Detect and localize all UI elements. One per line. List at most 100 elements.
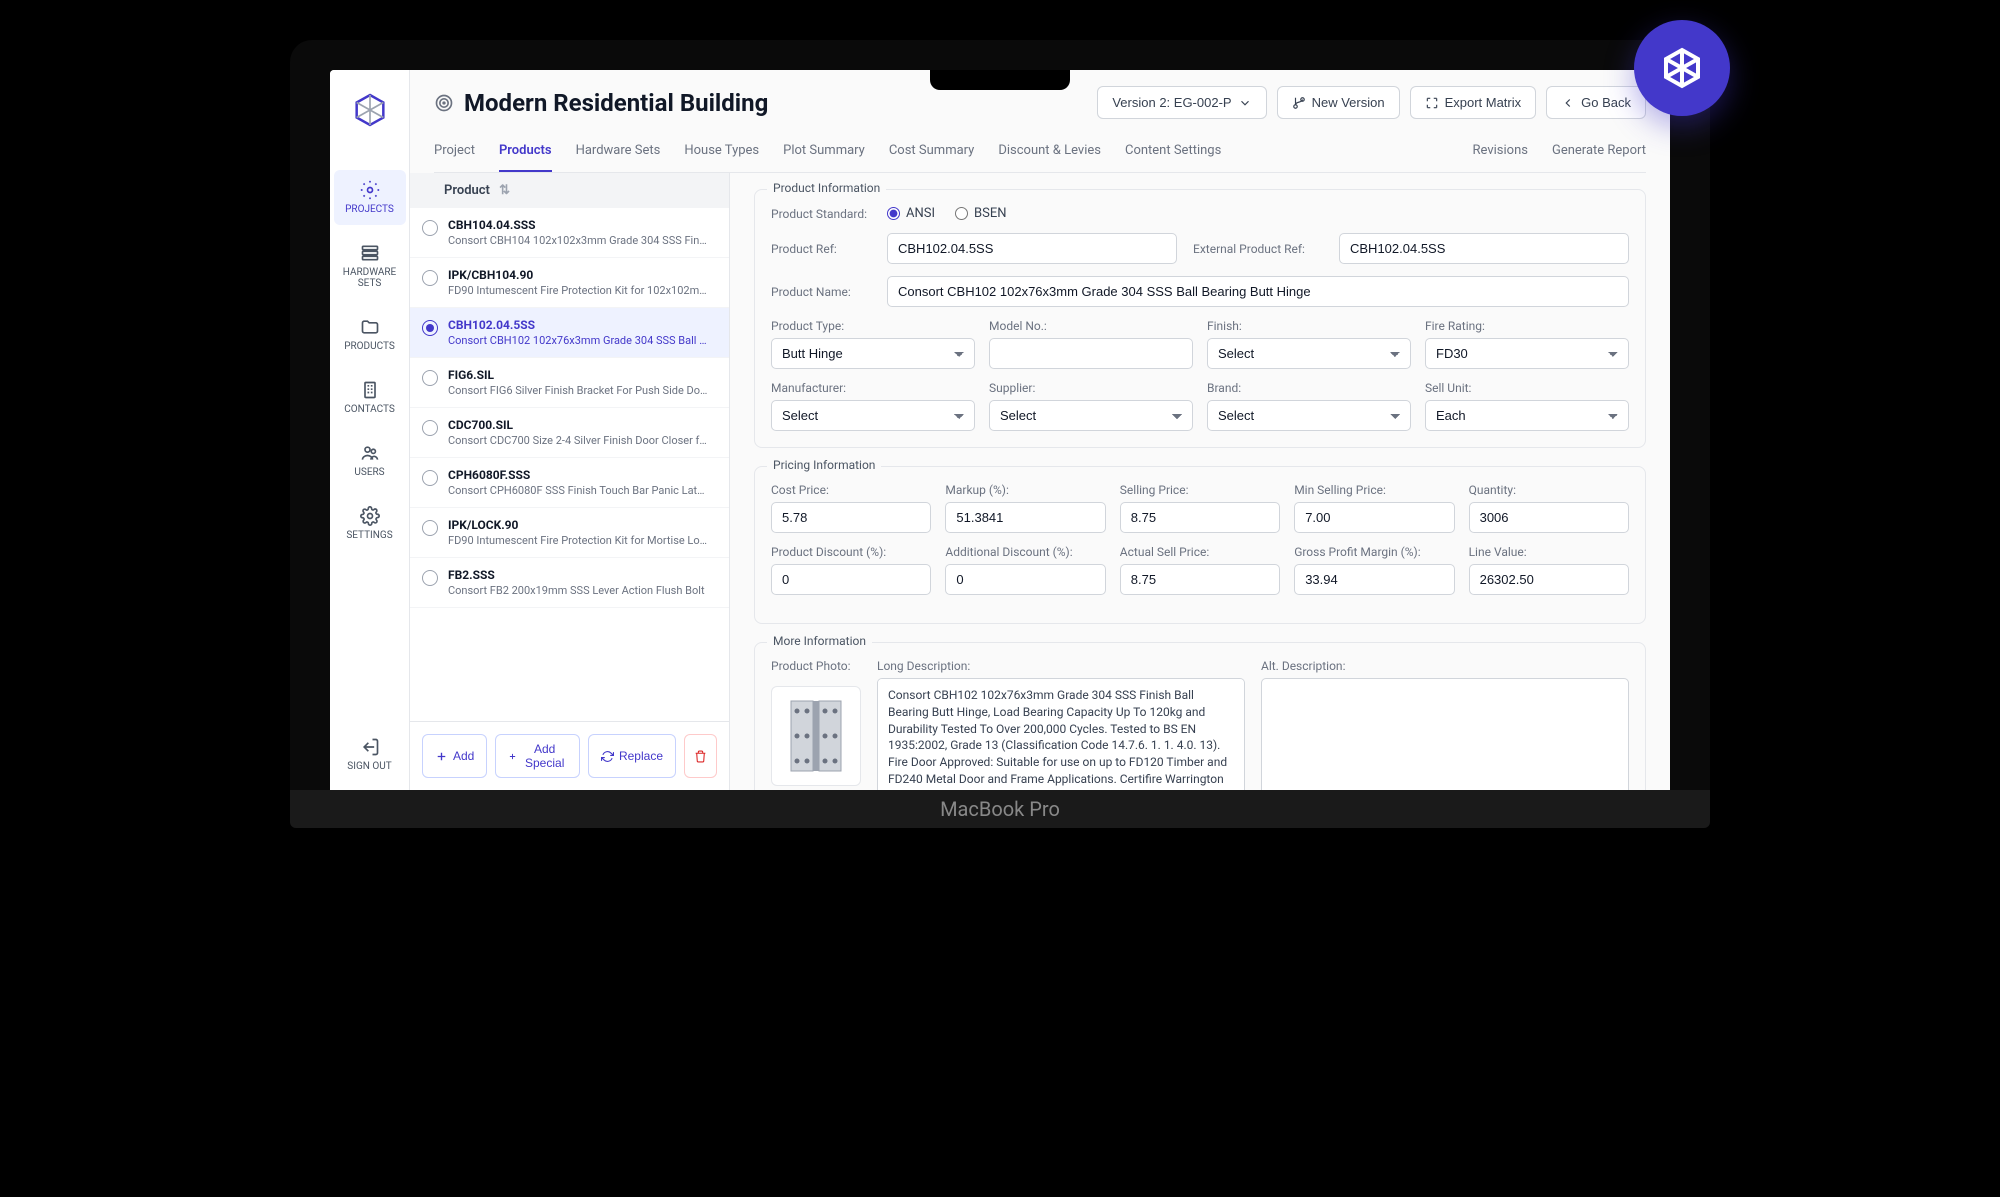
- label-selling: Selling Price:: [1120, 483, 1280, 497]
- label-type: Product Type:: [771, 319, 975, 333]
- tab-plot-summary[interactable]: Plot Summary: [783, 135, 865, 172]
- product-code: CBH102.04.5SS: [448, 318, 708, 332]
- linevalue-input[interactable]: [1469, 564, 1629, 595]
- page-title: Modern Residential Building: [464, 89, 768, 117]
- product-row[interactable]: FB2.SSSConsort FB2 200x19mm SSS Lever Ac…: [410, 558, 729, 608]
- gear-icon: [360, 180, 380, 200]
- selling-input[interactable]: [1120, 502, 1280, 533]
- btn-label: Add Special: [522, 742, 567, 770]
- brand-select[interactable]: Select: [1207, 400, 1411, 431]
- product-name-input[interactable]: [887, 276, 1629, 307]
- laptop-label: MacBook Pro: [940, 797, 1060, 821]
- radio-bsen[interactable]: BSEN: [955, 206, 1006, 221]
- product-desc: Consort CBH102 102x76x3mm Grade 304 SSS …: [448, 334, 708, 347]
- nav-contacts[interactable]: CONTACTS: [334, 370, 406, 425]
- export-matrix-button[interactable]: Export Matrix: [1410, 86, 1537, 119]
- label-supplier: Supplier:: [989, 381, 1193, 395]
- app-logo: [350, 90, 390, 130]
- tab-project[interactable]: Project: [434, 135, 475, 172]
- label-brand: Brand:: [1207, 381, 1411, 395]
- tab-generate-report[interactable]: Generate Report: [1552, 135, 1646, 172]
- minselling-input[interactable]: [1294, 502, 1454, 533]
- arrow-left-icon: [1561, 96, 1575, 110]
- radio-ansi[interactable]: ANSI: [887, 206, 935, 221]
- product-row[interactable]: CBH102.04.5SS Consort CBH102 102x76x3mm G…: [410, 308, 729, 358]
- main-sidebar: PROJECTS HARDWARE SETS PRODUCTS CONTACTS: [330, 70, 410, 790]
- nav-settings[interactable]: SETTINGS: [334, 496, 406, 551]
- label-grossprofit: Gross Profit Margin (%):: [1294, 545, 1454, 559]
- tab-products[interactable]: Products: [499, 135, 552, 172]
- radio-icon: [422, 270, 438, 286]
- btn-label: Add: [453, 749, 474, 763]
- product-list: CBH104.04.SSSConsort CBH104 102x102x3mm …: [410, 208, 729, 721]
- markup-input[interactable]: [945, 502, 1105, 533]
- product-row[interactable]: CBH104.04.SSSConsort CBH104 102x102x3mm …: [410, 208, 729, 258]
- supplier-select[interactable]: Select: [989, 400, 1193, 431]
- finish-select[interactable]: Select: [1207, 338, 1411, 369]
- version-selector[interactable]: Version 2: EG-002-P: [1097, 86, 1266, 119]
- label-altdesc: Alt. Description:: [1261, 659, 1629, 673]
- list-header[interactable]: Product ⇅: [410, 173, 729, 208]
- altdesc-textarea[interactable]: [1261, 678, 1629, 790]
- version-label: Version 2: EG-002-P: [1112, 95, 1231, 110]
- nav-projects[interactable]: PROJECTS: [334, 170, 406, 225]
- tab-house-types[interactable]: House Types: [684, 135, 759, 172]
- label-photo: Product Photo:: [771, 659, 861, 673]
- branch-icon: [1292, 96, 1306, 110]
- expand-icon: [1425, 96, 1439, 110]
- cost-input[interactable]: [771, 502, 931, 533]
- legend: More Information: [767, 634, 872, 648]
- plus-icon: [508, 750, 517, 763]
- nav-sign-out[interactable]: SIGN OUT: [334, 727, 406, 782]
- sellunit-select[interactable]: Each: [1425, 400, 1629, 431]
- product-row[interactable]: CDC700.SILConsort CDC700 Size 2-4 Silver…: [410, 408, 729, 458]
- tab-content-settings[interactable]: Content Settings: [1125, 135, 1221, 172]
- product-code: IPK/LOCK.90: [448, 518, 708, 532]
- hinge-icon: [786, 696, 846, 776]
- label-fire: Fire Rating:: [1425, 319, 1629, 333]
- btn-label: New Version: [1312, 95, 1385, 110]
- product-desc: Consort FIG6 Silver Finish Bracket For P…: [448, 384, 708, 397]
- nav-users[interactable]: USERS: [334, 433, 406, 488]
- product-row[interactable]: FIG6.SILConsort FIG6 Silver Finish Brack…: [410, 358, 729, 408]
- product-row[interactable]: IPK/LOCK.90 FD90 Intumescent Fire Protect…: [410, 508, 729, 558]
- tab-revisions[interactable]: Revisions: [1473, 135, 1528, 172]
- product-desc: FD90 Intumescent Fire Protection Kit for…: [448, 534, 708, 547]
- nav-label: SETTINGS: [346, 530, 392, 541]
- quantity-input[interactable]: [1469, 502, 1629, 533]
- trash-icon: [694, 750, 707, 763]
- pdiscount-input[interactable]: [771, 564, 931, 595]
- product-ref-input[interactable]: [887, 233, 1177, 264]
- add-button[interactable]: Add: [422, 734, 487, 778]
- radio-icon: [422, 370, 438, 386]
- ext-ref-input[interactable]: [1339, 233, 1629, 264]
- tab-cost-summary[interactable]: Cost Summary: [889, 135, 975, 172]
- tab-hardware-sets[interactable]: Hardware Sets: [576, 135, 661, 172]
- replace-button[interactable]: Replace: [588, 734, 676, 778]
- longdesc-textarea[interactable]: [877, 678, 1245, 790]
- tab-discount-levies[interactable]: Discount & Levies: [998, 135, 1101, 172]
- settings-icon: [360, 506, 380, 526]
- signout-icon: [360, 737, 380, 757]
- product-desc: Consort CPH6080F SSS Finish Touch Bar Pa…: [448, 484, 708, 497]
- product-row[interactable]: CPH6080F.SSSConsort CPH6080F SSS Finish …: [410, 458, 729, 508]
- type-select[interactable]: Butt Hinge: [771, 338, 975, 369]
- fire-select[interactable]: FD30: [1425, 338, 1629, 369]
- add-special-button[interactable]: Add Special: [495, 734, 580, 778]
- label-adiscount: Additional Discount (%):: [945, 545, 1105, 559]
- delete-button[interactable]: [684, 734, 717, 778]
- label-longdesc: Long Description:: [877, 659, 1245, 673]
- actualsell-input[interactable]: [1120, 564, 1280, 595]
- label-linevalue: Line Value:: [1469, 545, 1629, 559]
- legend: Pricing Information: [767, 458, 881, 472]
- new-version-button[interactable]: New Version: [1277, 86, 1400, 119]
- adiscount-input[interactable]: [945, 564, 1105, 595]
- go-back-button[interactable]: Go Back: [1546, 86, 1646, 119]
- label-extref: External Product Ref:: [1193, 242, 1323, 256]
- grossprofit-input[interactable]: [1294, 564, 1454, 595]
- product-row[interactable]: IPK/CBH104.90FD90 Intumescent Fire Prote…: [410, 258, 729, 308]
- nav-products[interactable]: PRODUCTS: [334, 307, 406, 362]
- nav-hardware-sets[interactable]: HARDWARE SETS: [334, 233, 406, 299]
- model-input[interactable]: [989, 338, 1193, 369]
- manufacturer-select[interactable]: Select: [771, 400, 975, 431]
